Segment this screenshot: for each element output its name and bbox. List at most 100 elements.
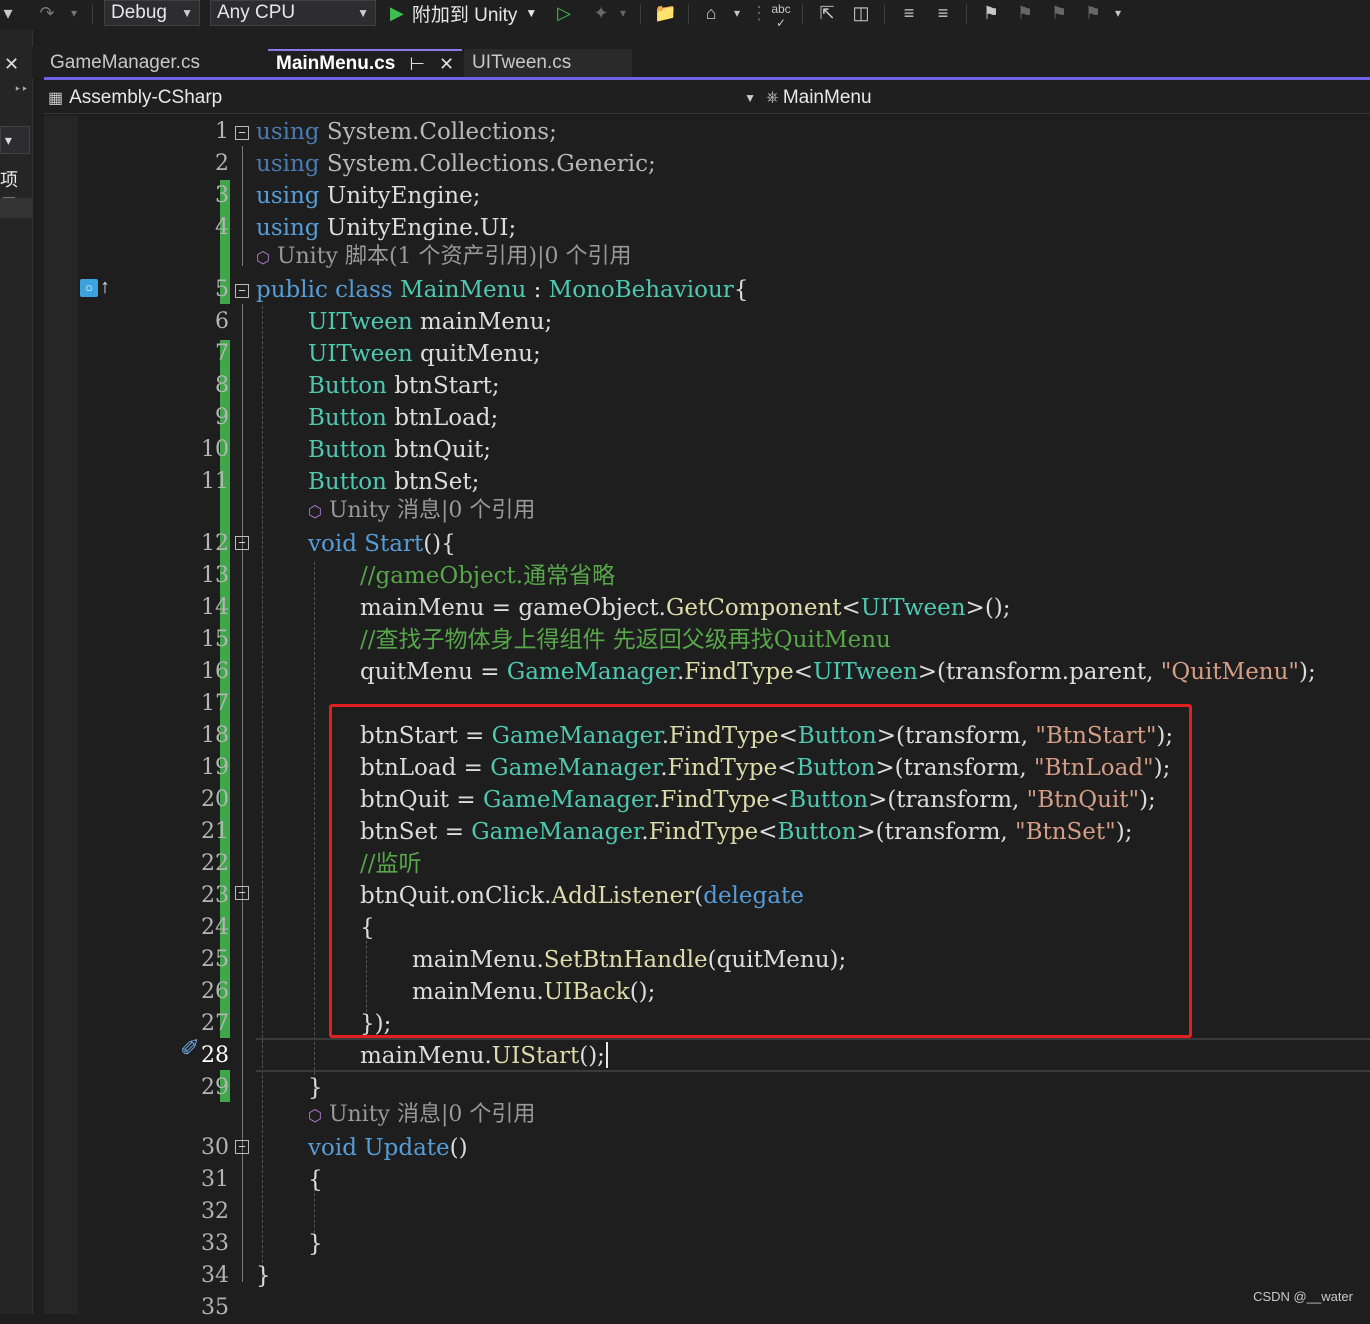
line-number: 33 [201,1231,229,1256]
class-name: MainMenu [782,87,872,108]
code-line: 34 } [44,1260,1370,1292]
codelens-update[interactable]: ⬡ Unity 消息|0 个引用 [308,1100,535,1131]
identifier: btnQuit; [394,437,491,463]
cursor-select-icon[interactable]: ⇱ [816,2,838,24]
codelens-class[interactable]: ⬡ Unity 脚本(1 个资产引用)|0 个引用 [256,242,632,273]
platform-dropdown[interactable]: Any CPU ▼ [210,0,376,26]
method-name: Update [364,1135,450,1161]
indent-icon[interactable]: ≡ [898,2,920,24]
line-number: 13 [201,563,229,588]
hot-reload-icon[interactable]: ✦ [590,2,612,24]
home-icon[interactable]: ⌂ [700,2,722,24]
code-line: 13 //gameObject.通常省略 [44,560,1370,592]
codelens-text[interactable]: Unity 消息|0 个引用 [329,1102,535,1127]
line-number: 30 [201,1135,229,1160]
method-name: UIStart [491,1043,580,1069]
platform-value: Any CPU [217,2,296,23]
tab-label: GameManager.cs [50,52,200,73]
line-number: 20 [201,787,229,812]
hot-reload-dropdown-icon[interactable]: ▾ [616,2,630,24]
code-line: 7 UITween quitMenu; [44,338,1370,370]
start-without-debug-icon[interactable]: ▷ [553,2,575,24]
line-number: 12 [201,531,229,556]
string-literal: "QuitMenu" [1160,659,1300,685]
outdent-icon[interactable]: ≡ [932,2,954,24]
tab-gamemanager[interactable]: GameManager.cs [42,49,264,77]
dropdown-arrow-icon[interactable]: ▾ [0,2,16,24]
spellcheck-icon[interactable]: abc ✓ [770,2,792,30]
line-number: 14 [201,595,229,620]
code-line: 4 using UnityEngine.UI; [44,212,1370,244]
split-icon[interactable]: ◫ [850,2,872,24]
line-number: 3 [215,183,229,208]
line-number: 11 [201,469,229,494]
type-name: Button [308,469,387,495]
project-dropdown[interactable]: ▦ Assembly-CSharp ▼ [48,83,756,113]
namespace: System.Collections; [326,119,557,145]
prev-bookmark-icon[interactable]: ⚑ [1014,2,1036,24]
toolbar-overflow-icon[interactable]: ▾ [1110,2,1126,24]
type-name: MonoBehaviour [548,277,734,303]
punct: (); [579,1043,605,1069]
home-dropdown-icon[interactable]: ▾ [730,2,744,24]
type-name: UITween [308,309,413,335]
code-text: mainMenu. [360,1043,492,1069]
chevron-down-icon: ▼ [744,91,756,105]
punct: } [256,1263,271,1289]
namespace: System.Collections.Generic; [326,151,656,177]
line-number: 34 [201,1263,229,1288]
chevron-down-icon: ▼ [357,6,369,20]
line-number: 7 [215,341,229,366]
line-number: 1 [215,119,229,144]
redo-icon[interactable]: ↷ [36,2,58,24]
unity-icon: ⬡ [308,502,322,521]
tab-uitween[interactable]: UITween.cs [464,49,632,77]
line-number: 5 [215,277,229,302]
clear-bookmarks-icon[interactable]: ⚑ [1082,2,1104,24]
type-name: Button [308,437,387,463]
bookmark-icon[interactable]: ⚑ [980,2,1002,24]
pin-icon[interactable]: ⊢ [409,54,425,75]
line-number: 25 [201,947,229,972]
scroll-thumb[interactable] [0,198,32,218]
identifier: mainMenu; [420,309,553,335]
punct: >(); [965,595,1011,621]
project-name: Assembly-CSharp [69,87,223,108]
overflow-icon[interactable]: ‣‣ [14,82,28,96]
next-bookmark-icon[interactable]: ⚑ [1048,2,1070,24]
code-line: 14 mainMenu = gameObject.GetComponent<UI… [44,592,1370,624]
line-number: 4 [215,215,229,240]
code-line: 8 Button btnStart; [44,370,1370,402]
left-panel-strip: ✕ ‣‣ ▾ 项目 [0,30,33,1314]
code-line: 33 } [44,1228,1370,1260]
navigation-bar: ▦ Assembly-CSharp ▼ ⎈ MainMenu [44,83,1370,114]
code-line: 12 void Start(){ [44,528,1370,560]
codelens-start[interactable]: ⬡ Unity 消息|0 个引用 [308,496,535,527]
redo-dropdown-icon[interactable]: ▾ [66,2,82,24]
codelens-text[interactable]: Unity 脚本(1 个资产引用)|0 个引用 [277,244,632,269]
punct: : [533,277,542,303]
search-dropdown[interactable]: ▾ [0,126,30,154]
punct: (){ [423,531,456,557]
close-tab-icon[interactable]: ✕ [439,54,454,75]
folder-icon[interactable]: 📁 [654,2,676,24]
codelens-text[interactable]: Unity 消息|0 个引用 [329,498,535,523]
code-line: 16 quitMenu = GameManager.FindType<UITwe… [44,656,1370,688]
code-editor[interactable]: − − − − − ○ ↑ ✐ 1 using System.Collectio… [44,116,1370,1320]
type-name: Button [308,405,387,431]
document-tab-bar: GameManager.cs MainMenu.cs ⊢ ✕ UITween.c… [32,46,1370,78]
line-number: 28 [201,1043,229,1068]
code-line: 11 Button btnSet; [44,466,1370,498]
close-icon[interactable]: ✕ [4,54,19,75]
identifier: quitMenu; [420,341,541,367]
attach-unity-button[interactable]: ▶ 附加到 Unity ▼ [390,0,537,26]
namespace: UnityEngine.UI; [326,215,517,241]
config-dropdown[interactable]: Debug ▼ [104,0,200,26]
keyword: public [256,277,328,303]
keyword: using [256,119,320,145]
class-dropdown[interactable]: ⎈ MainMenu [766,83,1366,113]
line-number: 6 [215,309,229,334]
code-line: 15 //查找子物体身上得组件 先返回父级再找QuitMenu [44,624,1370,656]
tab-mainmenu[interactable]: MainMenu.cs ⊢ ✕ [268,49,462,77]
dots-icon: ⋮ [750,3,768,23]
